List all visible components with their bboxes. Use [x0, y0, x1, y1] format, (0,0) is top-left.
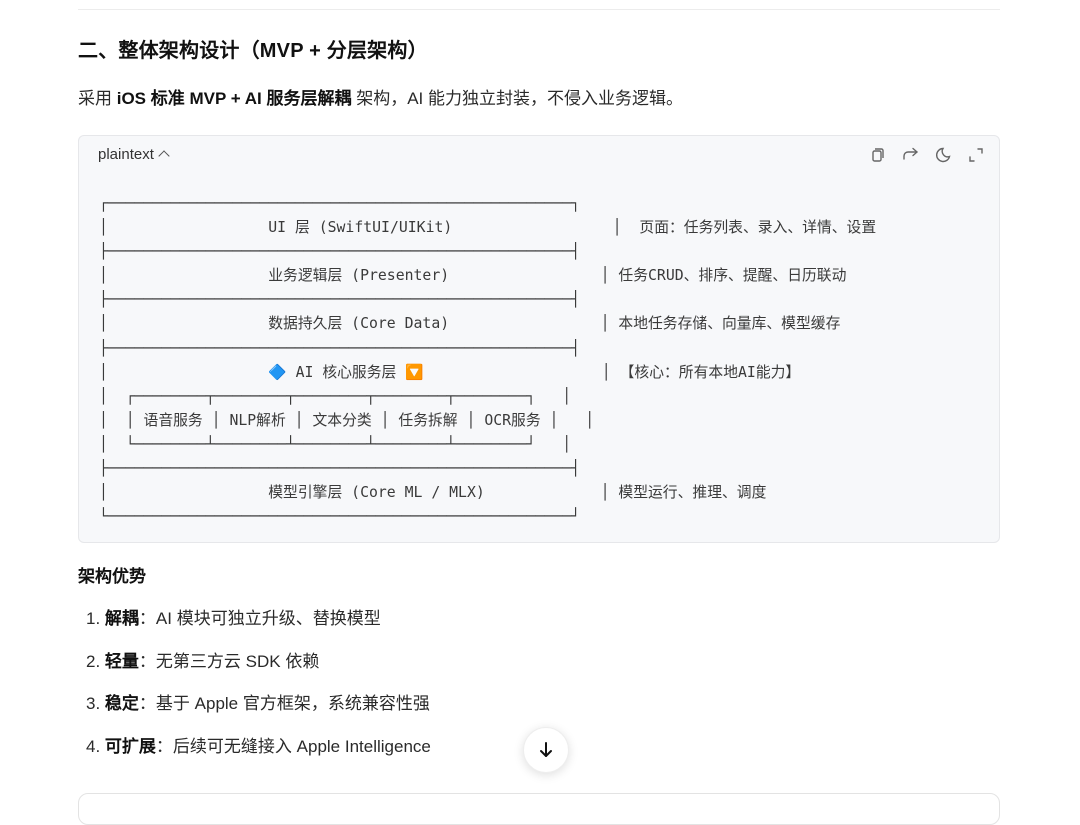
advantage-keyword: 轻量 [104, 651, 139, 671]
advantage-item: 3. 稳定：基于 Apple 官方框架，系统兼容性强 [86, 689, 431, 732]
intro-paragraph: 采用 iOS 标准 MVP + AI 服务层解耦 架构，AI 能力独立封装，不侵… [78, 84, 683, 109]
intro-suffix: 架构，AI 能力独立封装，不侵入业务逻辑。 [351, 89, 683, 108]
share-icon[interactable] [901, 146, 919, 164]
intro-prefix: 采用 [78, 89, 117, 108]
section-heading: 二、整体架构设计（MVP + 分层架构） [78, 40, 428, 62]
code-header: plaintext [79, 136, 999, 174]
next-content-card [78, 793, 1000, 825]
advantage-text: ：后续可无缝接入 Apple Intelligence [155, 736, 431, 756]
advantage-item: 2. 轻量：无第三方云 SDK 依赖 [86, 647, 431, 690]
arrow-down-icon [540, 742, 552, 757]
expand-icon[interactable] [967, 146, 985, 164]
advantage-text: ：AI 模块可独立升级、替换模型 [138, 609, 381, 628]
advantages-list: 1. 解耦：AI 模块可独立升级、替换模型 2. 轻量：无第三方云 SDK 依赖… [86, 604, 431, 774]
advantage-item: 1. 解耦：AI 模块可独立升级、替换模型 [86, 604, 431, 647]
top-divider [78, 9, 1000, 10]
copy-icon[interactable] [868, 146, 886, 164]
scroll-to-bottom-button[interactable] [523, 727, 569, 773]
advantage-number: 3. [86, 694, 101, 713]
architecture-diagram-text: ┌───────────────────────────────────────… [99, 195, 877, 526]
advantage-keyword: 可扩展 [104, 736, 156, 756]
chevron-up-icon [158, 150, 170, 162]
code-body: ┌───────────────────────────────────────… [79, 174, 999, 542]
intro-bold: iOS 标准 MVP + AI 服务层解耦 [116, 89, 352, 108]
advantage-number: 4. [86, 736, 101, 756]
advantage-keyword: 稳定 [104, 694, 139, 713]
theme-icon[interactable] [934, 146, 952, 164]
advantage-item: 4. 可扩展：后续可无缝接入 Apple Intelligence [86, 732, 431, 775]
advantage-keyword: 解耦 [104, 609, 139, 628]
language-toggle[interactable]: plaintext [98, 146, 170, 163]
advantage-text: ：无第三方云 SDK 依赖 [138, 651, 320, 671]
advantage-number: 2. [86, 651, 101, 671]
code-block: plaintext ┌─────────────────────────────… [78, 135, 1000, 543]
advantage-text: ：基于 Apple 官方框架，系统兼容性强 [138, 694, 430, 713]
advantage-number: 1. [86, 609, 101, 628]
language-label: plaintext [98, 146, 154, 163]
advantages-title: 架构优势 [78, 567, 146, 586]
